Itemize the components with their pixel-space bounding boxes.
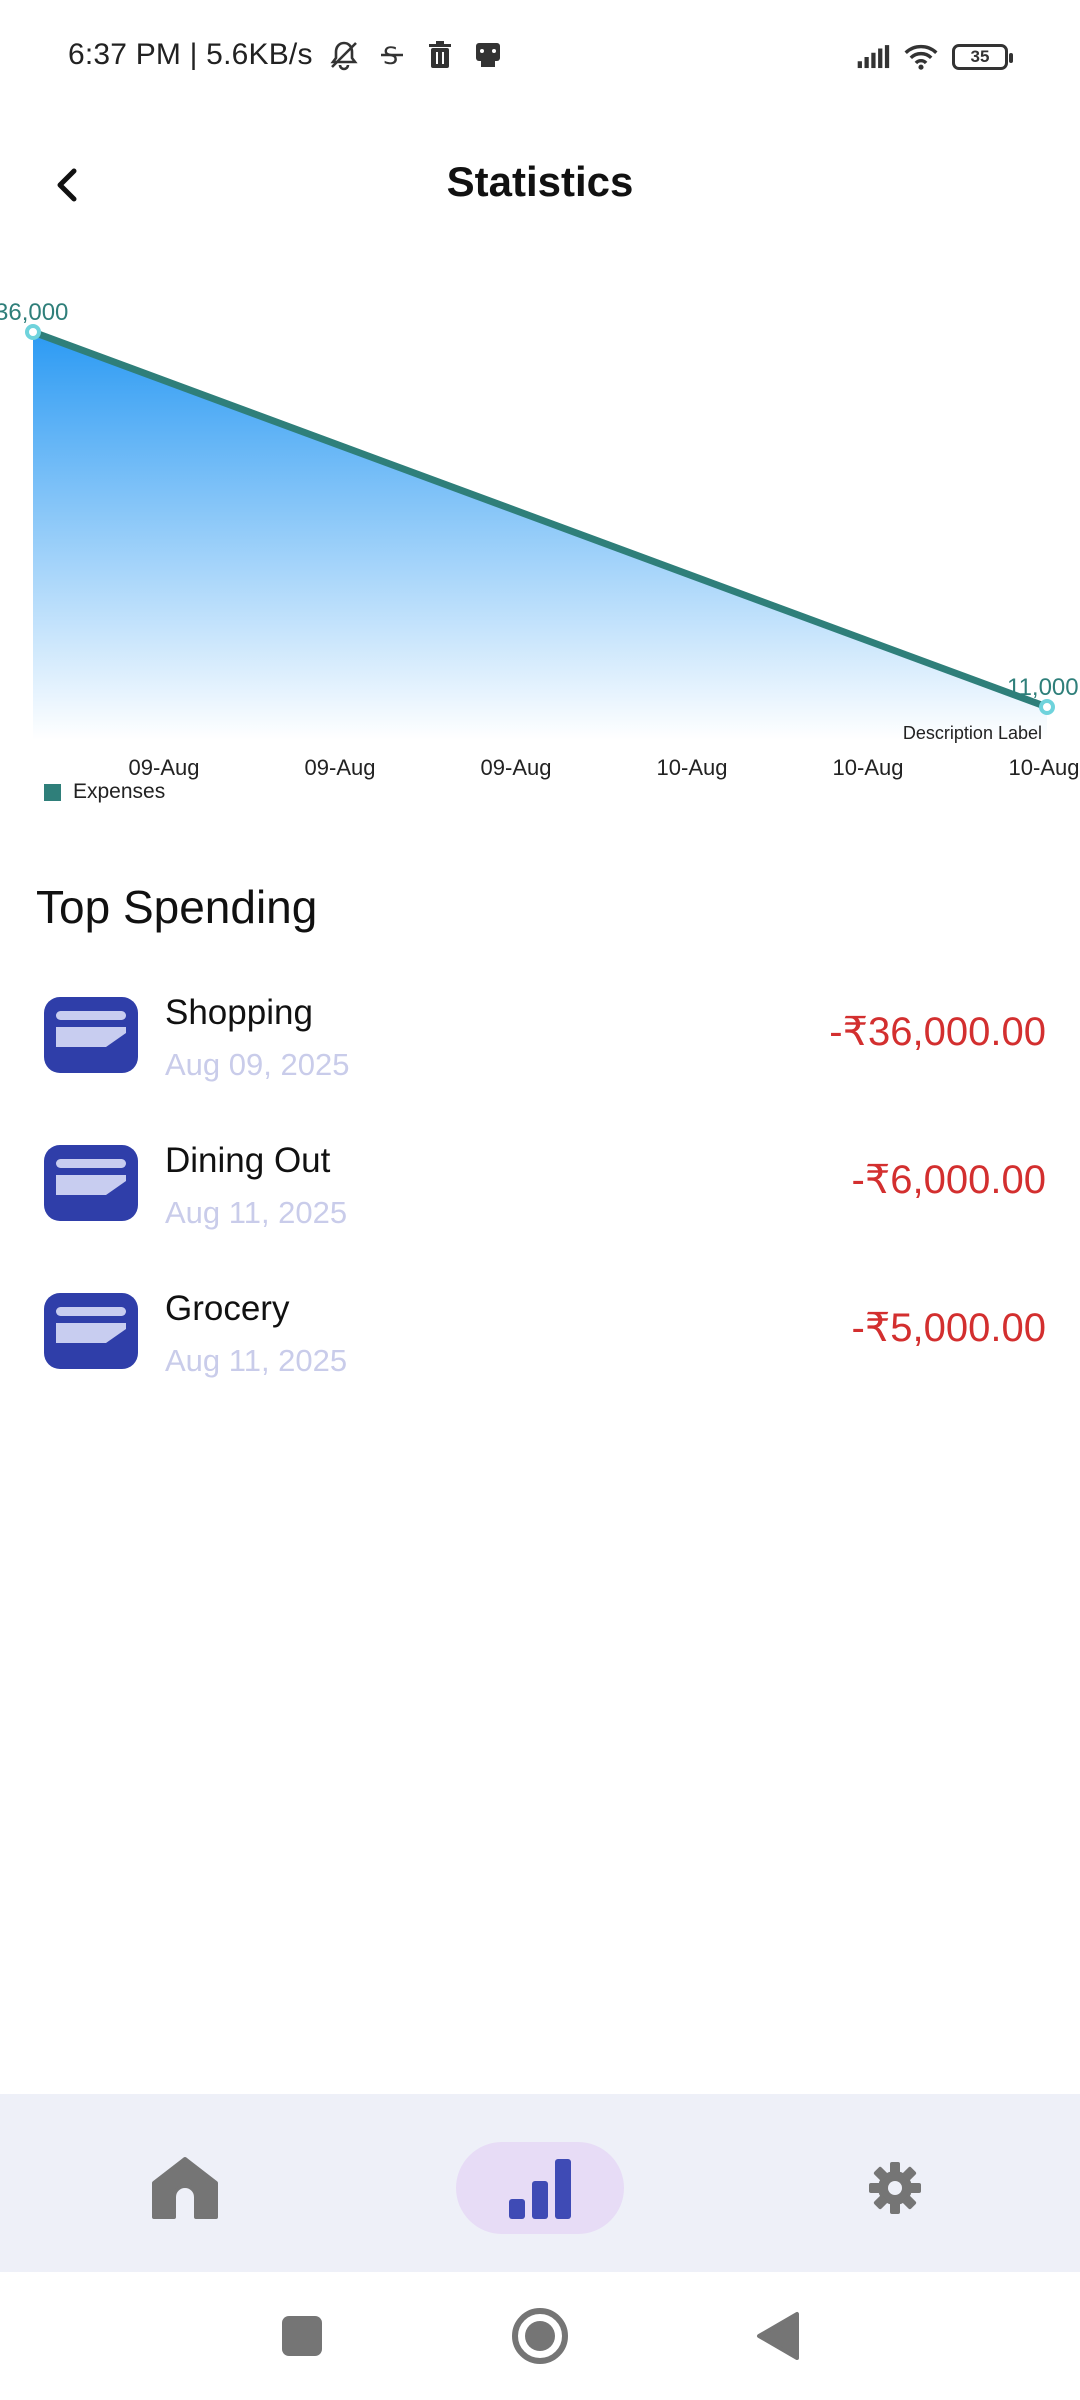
muted-bell-icon <box>327 38 361 72</box>
item-name: Grocery <box>165 1289 290 1328</box>
wallet-icon <box>44 1145 138 1221</box>
list-item[interactable]: Dining Out Aug 11, 2025 -₹6,000.00 <box>0 1123 1080 1271</box>
recent-apps-icon <box>282 2316 322 2356</box>
item-amount: -₹36,000.00 <box>829 1010 1046 1054</box>
wifi-icon <box>904 40 938 74</box>
page-title: Statistics <box>446 158 634 205</box>
expenses-chart: 36,000 11,000 09-Aug 09-Aug 09-Aug 10-Aug 10-A… <box>0 280 1080 820</box>
status-left: 6:37 PM | 5.6KB/s S <box>68 38 505 72</box>
bar-chart-icon <box>509 2159 571 2219</box>
item-date: Aug 09, 2025 <box>165 1047 350 1082</box>
x-tick-label: 09-Aug <box>305 755 376 780</box>
item-date: Aug 11, 2025 <box>165 1195 348 1230</box>
sim-icon: S <box>375 38 409 72</box>
legend-label: Expenses <box>73 780 166 803</box>
data-point <box>1039 699 1055 715</box>
gear-icon <box>869 2162 921 2214</box>
nav-statistics[interactable] <box>456 2142 624 2234</box>
home-circle-icon <box>512 2308 568 2364</box>
back-triangle-icon <box>757 2312 799 2360</box>
bottom-nav <box>0 2094 1080 2272</box>
description-label: Description Label <box>903 723 1042 743</box>
trash-icon <box>423 38 457 72</box>
chart-legend: Expenses <box>44 780 165 804</box>
nav-home[interactable] <box>130 2142 240 2234</box>
x-tick-label: 09-Aug <box>129 755 200 780</box>
data-label: 36,000 <box>0 299 68 326</box>
list-item[interactable]: Grocery Aug 11, 2025 -₹5,000.00 <box>0 1271 1080 1419</box>
legend-swatch <box>44 783 61 801</box>
x-tick-label: 10-Aug <box>833 755 904 780</box>
back-nav-button[interactable] <box>742 2300 814 2372</box>
data-label: 11,000 <box>1007 674 1079 701</box>
home-button[interactable] <box>504 2300 576 2372</box>
chart-svg: 36,000 11,000 09-Aug 09-Aug 09-Aug 10-Aug 10-A… <box>0 299 1080 780</box>
battery-level: 35 <box>970 47 990 66</box>
top-spending-list: Shopping Aug 09, 2025 -₹36,000.00 Dining… <box>0 975 1080 1419</box>
recent-apps-button[interactable] <box>266 2300 338 2372</box>
battery-icon: 35 <box>952 44 1013 70</box>
status-right: 35 <box>856 40 1013 74</box>
item-amount: -₹6,000.00 <box>851 1158 1046 1202</box>
system-nav <box>0 2272 1080 2400</box>
nav-settings[interactable] <box>840 2142 950 2234</box>
wallet-icon <box>44 1293 138 1369</box>
item-name: Dining Out <box>165 1141 331 1180</box>
area-fill <box>33 332 1047 740</box>
home-icon <box>152 2157 218 2219</box>
x-tick-label: 09-Aug <box>481 755 552 780</box>
top-spending-title: Top Spending <box>36 881 318 933</box>
item-date: Aug 11, 2025 <box>165 1343 348 1378</box>
item-amount: -₹5,000.00 <box>851 1306 1046 1350</box>
wallet-icon <box>44 997 138 1073</box>
x-tick-label: 10-Aug <box>1009 755 1080 780</box>
header: Statistics <box>0 130 1080 240</box>
data-point <box>25 324 41 340</box>
x-tick-label: 10-Aug <box>657 755 728 780</box>
item-name: Shopping <box>165 993 313 1032</box>
status-time-speed: 6:37 PM | 5.6KB/s <box>68 38 313 71</box>
notification-icon <box>471 38 505 72</box>
status-bar: 6:37 PM | 5.6KB/s S 35 <box>0 0 1080 118</box>
list-item[interactable]: Shopping Aug 09, 2025 -₹36,000.00 <box>0 975 1080 1123</box>
signal-icon <box>856 40 890 74</box>
